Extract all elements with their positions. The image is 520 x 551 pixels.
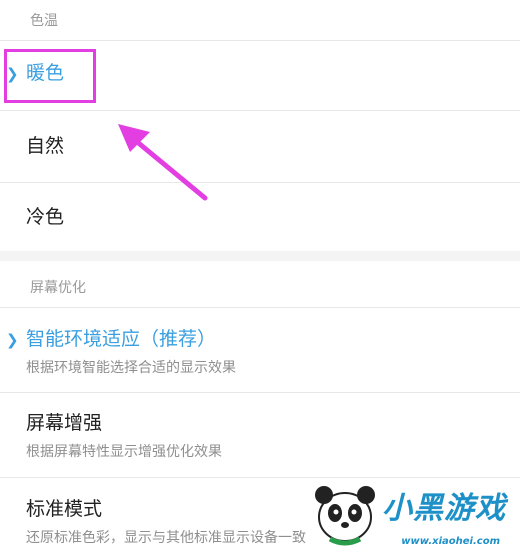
option-smart-adapt[interactable]: ❯ 智能环境适应（推荐） 根据环境智能选择合适的显示效果: [0, 328, 520, 377]
divider: [0, 40, 520, 41]
section-gap: [0, 251, 520, 261]
option-natural[interactable]: 自然: [0, 135, 520, 158]
option-smart-adapt-description: 根据环境智能选择合适的显示效果: [26, 359, 236, 376]
annotation-arrow-icon: [118, 124, 208, 201]
option-warm-label: 暖色: [26, 62, 65, 84]
watermark: 小黑游戏 www.xiaohei.com: [310, 471, 520, 551]
divider: [0, 110, 520, 111]
section-header-color-temperature: 色温: [30, 13, 58, 29]
option-screen-enhance-label: 屏幕增强: [26, 412, 103, 434]
watermark-url: www.xiaohei.com: [401, 536, 500, 547]
option-cool-label: 冷色: [26, 206, 65, 228]
option-screen-enhance-description: 根据屏幕特性显示增强优化效果: [26, 443, 222, 460]
annotation-highlight-box: [4, 49, 96, 103]
option-cool[interactable]: 冷色: [0, 206, 520, 229]
option-natural-label: 自然: [26, 135, 65, 157]
divider: [0, 307, 520, 308]
watermark-brand: 小黑游戏: [382, 491, 506, 526]
check-chevron-icon: ❯: [6, 331, 19, 349]
option-smart-adapt-label: 智能环境适应（推荐）: [26, 328, 217, 350]
divider: [0, 182, 520, 183]
panda-logo-icon: [315, 486, 375, 546]
divider: [0, 392, 520, 393]
section-header-screen-optimization: 屏幕优化: [30, 280, 86, 296]
option-screen-enhance[interactable]: 屏幕增强 根据屏幕特性显示增强优化效果: [0, 412, 520, 461]
